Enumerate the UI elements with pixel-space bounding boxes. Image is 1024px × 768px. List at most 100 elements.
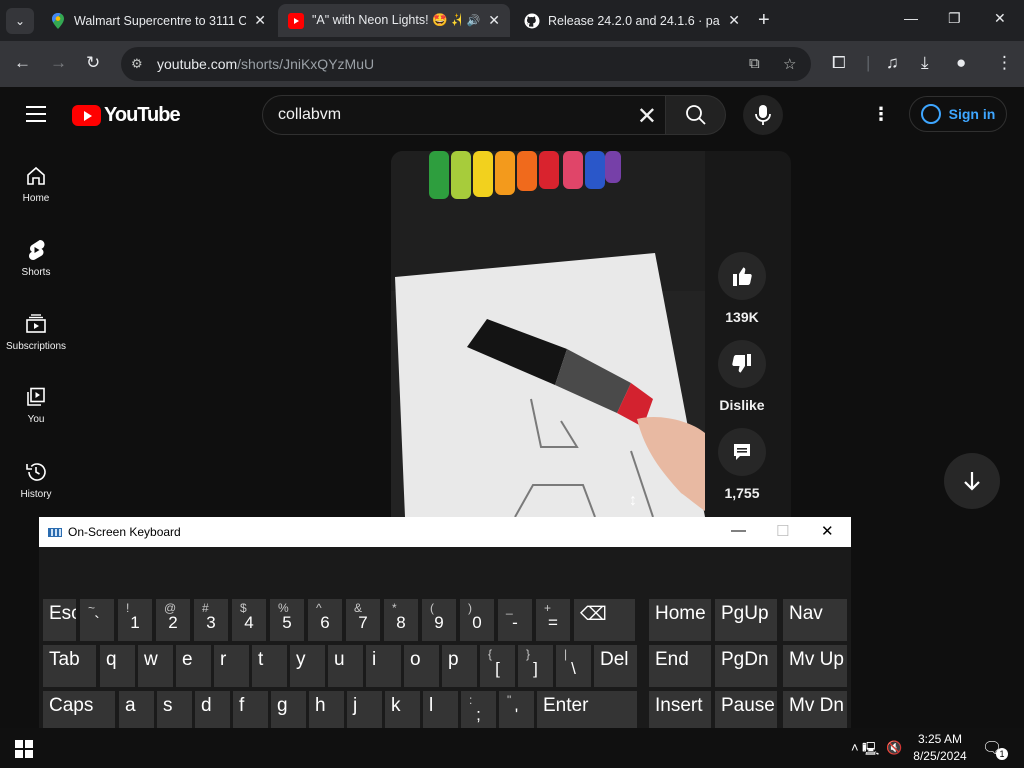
like-button[interactable]: 139K [718,252,766,325]
reload-icon[interactable]: ↻ [86,53,100,73]
install-app-icon[interactable]: ⧉ [749,55,760,72]
osk-minimize-icon[interactable]: — [731,522,746,539]
key-8[interactable]: * 8 [384,599,418,641]
key-backspace[interactable]: ⌫ [574,599,635,641]
key-r[interactable]: r [214,645,249,687]
voice-search-button[interactable] [743,95,783,135]
key-3[interactable]: #3 [194,599,228,641]
key-7[interactable]: & 7 [346,599,380,641]
speaker-icon[interactable]: 🔊 [467,14,481,27]
tab-youtube-short[interactable]: "A" with Neon Lights! 🤩 ✨ 🔊 ✕ [278,4,510,37]
key-f[interactable]: f [233,691,268,733]
key-4[interactable]: $4 [232,599,266,641]
key-move-down[interactable]: Mv Dn [783,691,847,733]
tab-walmart[interactable]: Walmart Supercentre to 3111 C ✕ [40,4,276,37]
key-p[interactable]: p [442,645,477,687]
key-[[interactable]: {[ [480,645,515,687]
key-6[interactable]: ^ 6 [308,599,342,641]
key-j[interactable]: j [347,691,382,733]
key-o[interactable]: o [404,645,439,687]
guide-menu-icon[interactable] [26,106,46,127]
key-][interactable]: }] [518,645,553,687]
key-e[interactable]: e [176,645,211,687]
sign-in-button[interactable]: Sign in [909,96,1007,132]
guide-item-shorts[interactable]: Shorts [0,238,72,278]
search-input[interactable]: collabvm ✕ [262,95,666,135]
key-y[interactable]: y [290,645,325,687]
back-arrow-icon[interactable]: ← [14,53,31,73]
volume-muted-icon[interactable]: 🔇 [886,740,902,756]
key-s[interactable]: s [157,691,192,733]
key-=[interactable]: + = [536,599,570,641]
dislike-button[interactable]: Dislike [718,340,766,413]
key-tab[interactable]: Tab [43,645,96,687]
key-9[interactable]: (9 [422,599,456,641]
network-icon[interactable]: 🖳 [862,740,879,762]
windows-start-icon[interactable] [15,740,33,758]
restore-window-icon[interactable]: ❐ [948,10,961,27]
key--[interactable]: _ - [498,599,532,641]
key-del[interactable]: Del [594,645,637,687]
key-sym-0[interactable]: :; [461,691,496,733]
key-5[interactable]: % 5 [270,599,304,641]
comments-button[interactable]: 1,755 [718,428,766,501]
tab-github-release[interactable]: Release 24.2.0 and 24.1.6 · pal1 ✕ [514,4,750,37]
osk-maximize-icon[interactable]: ☐ [776,522,789,540]
key-1[interactable]: ! 1 [118,599,152,641]
new-tab-button[interactable]: + [758,9,770,32]
key-d[interactable]: d [195,691,230,733]
settings-more-icon[interactable]: ⋮ [872,104,890,125]
key-end[interactable]: End [649,645,711,687]
key-move-up[interactable]: Mv Up [783,645,847,687]
key-i[interactable]: i [366,645,401,687]
youtube-logo[interactable]: YouTube [72,104,181,127]
close-tab-icon[interactable]: ✕ [728,12,740,29]
close-tab-icon[interactable]: ✕ [254,12,266,29]
site-info-icon[interactable]: ⚙ [131,56,153,72]
key-l[interactable]: l [423,691,458,733]
search-button[interactable] [666,95,726,135]
key-pgup[interactable]: PgUp [715,599,777,641]
key-pgdn[interactable]: PgDn [715,645,777,687]
show-hidden-icons-icon[interactable]: ˄ [851,740,859,755]
key-pause[interactable]: Pause [715,691,777,733]
next-short-button[interactable] [944,453,1000,509]
key-a[interactable]: a [119,691,154,733]
guide-item-you[interactable]: You [0,385,72,425]
key-caps[interactable]: Caps [43,691,115,733]
guide-item-home[interactable]: Home [0,164,72,204]
shorts-video-player[interactable] [391,151,705,517]
tab-search-button[interactable]: ⌄ [6,8,34,34]
key-q[interactable]: q [100,645,135,687]
key-nav[interactable]: Nav [783,599,847,641]
key-insert[interactable]: Insert [649,691,711,733]
key-0[interactable]: ) 0 [460,599,494,641]
close-tab-icon[interactable]: ✕ [488,12,500,29]
download-icon[interactable]: ⤓ [921,53,929,73]
key-`[interactable]: ~ ` [80,599,114,641]
search-query[interactable]: collabvm [278,106,341,124]
key-u[interactable]: u [328,645,363,687]
key-sym-1[interactable]: " ' [499,691,534,733]
media-control-icon[interactable]: ♫ [886,53,899,73]
guide-item-subscriptions[interactable]: Subscriptions [0,312,72,352]
key-esc[interactable]: Esc [43,599,76,641]
browser-menu-icon[interactable]: ⋮ [996,53,1013,73]
extensions-icon[interactable]: ⧠ [832,53,846,73]
key-g[interactable]: g [271,691,306,733]
key-home[interactable]: Home [649,599,711,641]
key-enter[interactable]: Enter [537,691,637,733]
osk-close-icon[interactable]: ✕ [821,522,834,540]
forward-arrow-icon[interactable]: → [50,53,67,73]
bookmark-star-icon[interactable]: ☆ [783,55,796,73]
key-h[interactable]: h [309,691,344,733]
system-clock[interactable]: 3:25 AM 8/25/2024 [905,731,975,765]
key-k[interactable]: k [385,691,420,733]
key-t[interactable]: t [252,645,287,687]
address-bar[interactable]: ⚙ youtube.com/shorts/JniKxQYzMuU ⧉ ☆ [121,47,811,81]
minimize-window-icon[interactable]: — [904,10,918,26]
key-w[interactable]: w [138,645,173,687]
clear-search-icon[interactable]: ✕ [637,102,657,131]
close-window-icon[interactable]: ✕ [994,10,1006,27]
guide-item-history[interactable]: History [0,460,72,500]
